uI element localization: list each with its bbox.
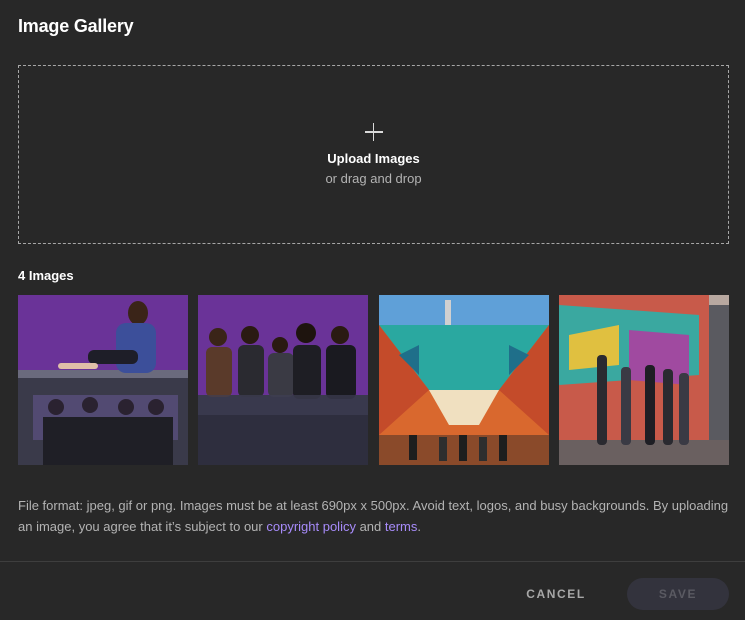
- plus-icon: [364, 123, 383, 141]
- photo-icon: [198, 295, 368, 465]
- gallery-image-3[interactable]: [379, 295, 549, 465]
- upload-dropzone[interactable]: Upload Images or drag and drop: [18, 65, 729, 244]
- gallery-image-2[interactable]: [198, 295, 368, 465]
- note-text-2: and: [355, 519, 385, 534]
- dialog-title: Image Gallery: [18, 16, 134, 36]
- gallery-image-4[interactable]: [559, 295, 729, 465]
- images-count: 4 Images: [18, 268, 74, 283]
- terms-link[interactable]: terms: [385, 519, 418, 534]
- photo-icon: [559, 295, 729, 465]
- upload-requirements-note: File format: jpeg, gif or png. Images mu…: [18, 495, 729, 537]
- save-button[interactable]: SAVE: [627, 578, 729, 610]
- footer-divider: [0, 561, 745, 562]
- upload-label: Upload Images: [327, 151, 420, 166]
- cancel-button[interactable]: CANCEL: [520, 578, 592, 610]
- photo-icon: [379, 295, 549, 465]
- image-thumbnails: [18, 295, 729, 465]
- photo-icon: [18, 295, 188, 465]
- image-gallery-dialog: Image Gallery Upload Images or drag and …: [0, 0, 745, 620]
- gallery-image-1[interactable]: [18, 295, 188, 465]
- upload-sublabel: or drag and drop: [325, 171, 422, 186]
- note-text-3: .: [417, 519, 422, 534]
- copyright-policy-link[interactable]: copyright policy: [266, 519, 356, 534]
